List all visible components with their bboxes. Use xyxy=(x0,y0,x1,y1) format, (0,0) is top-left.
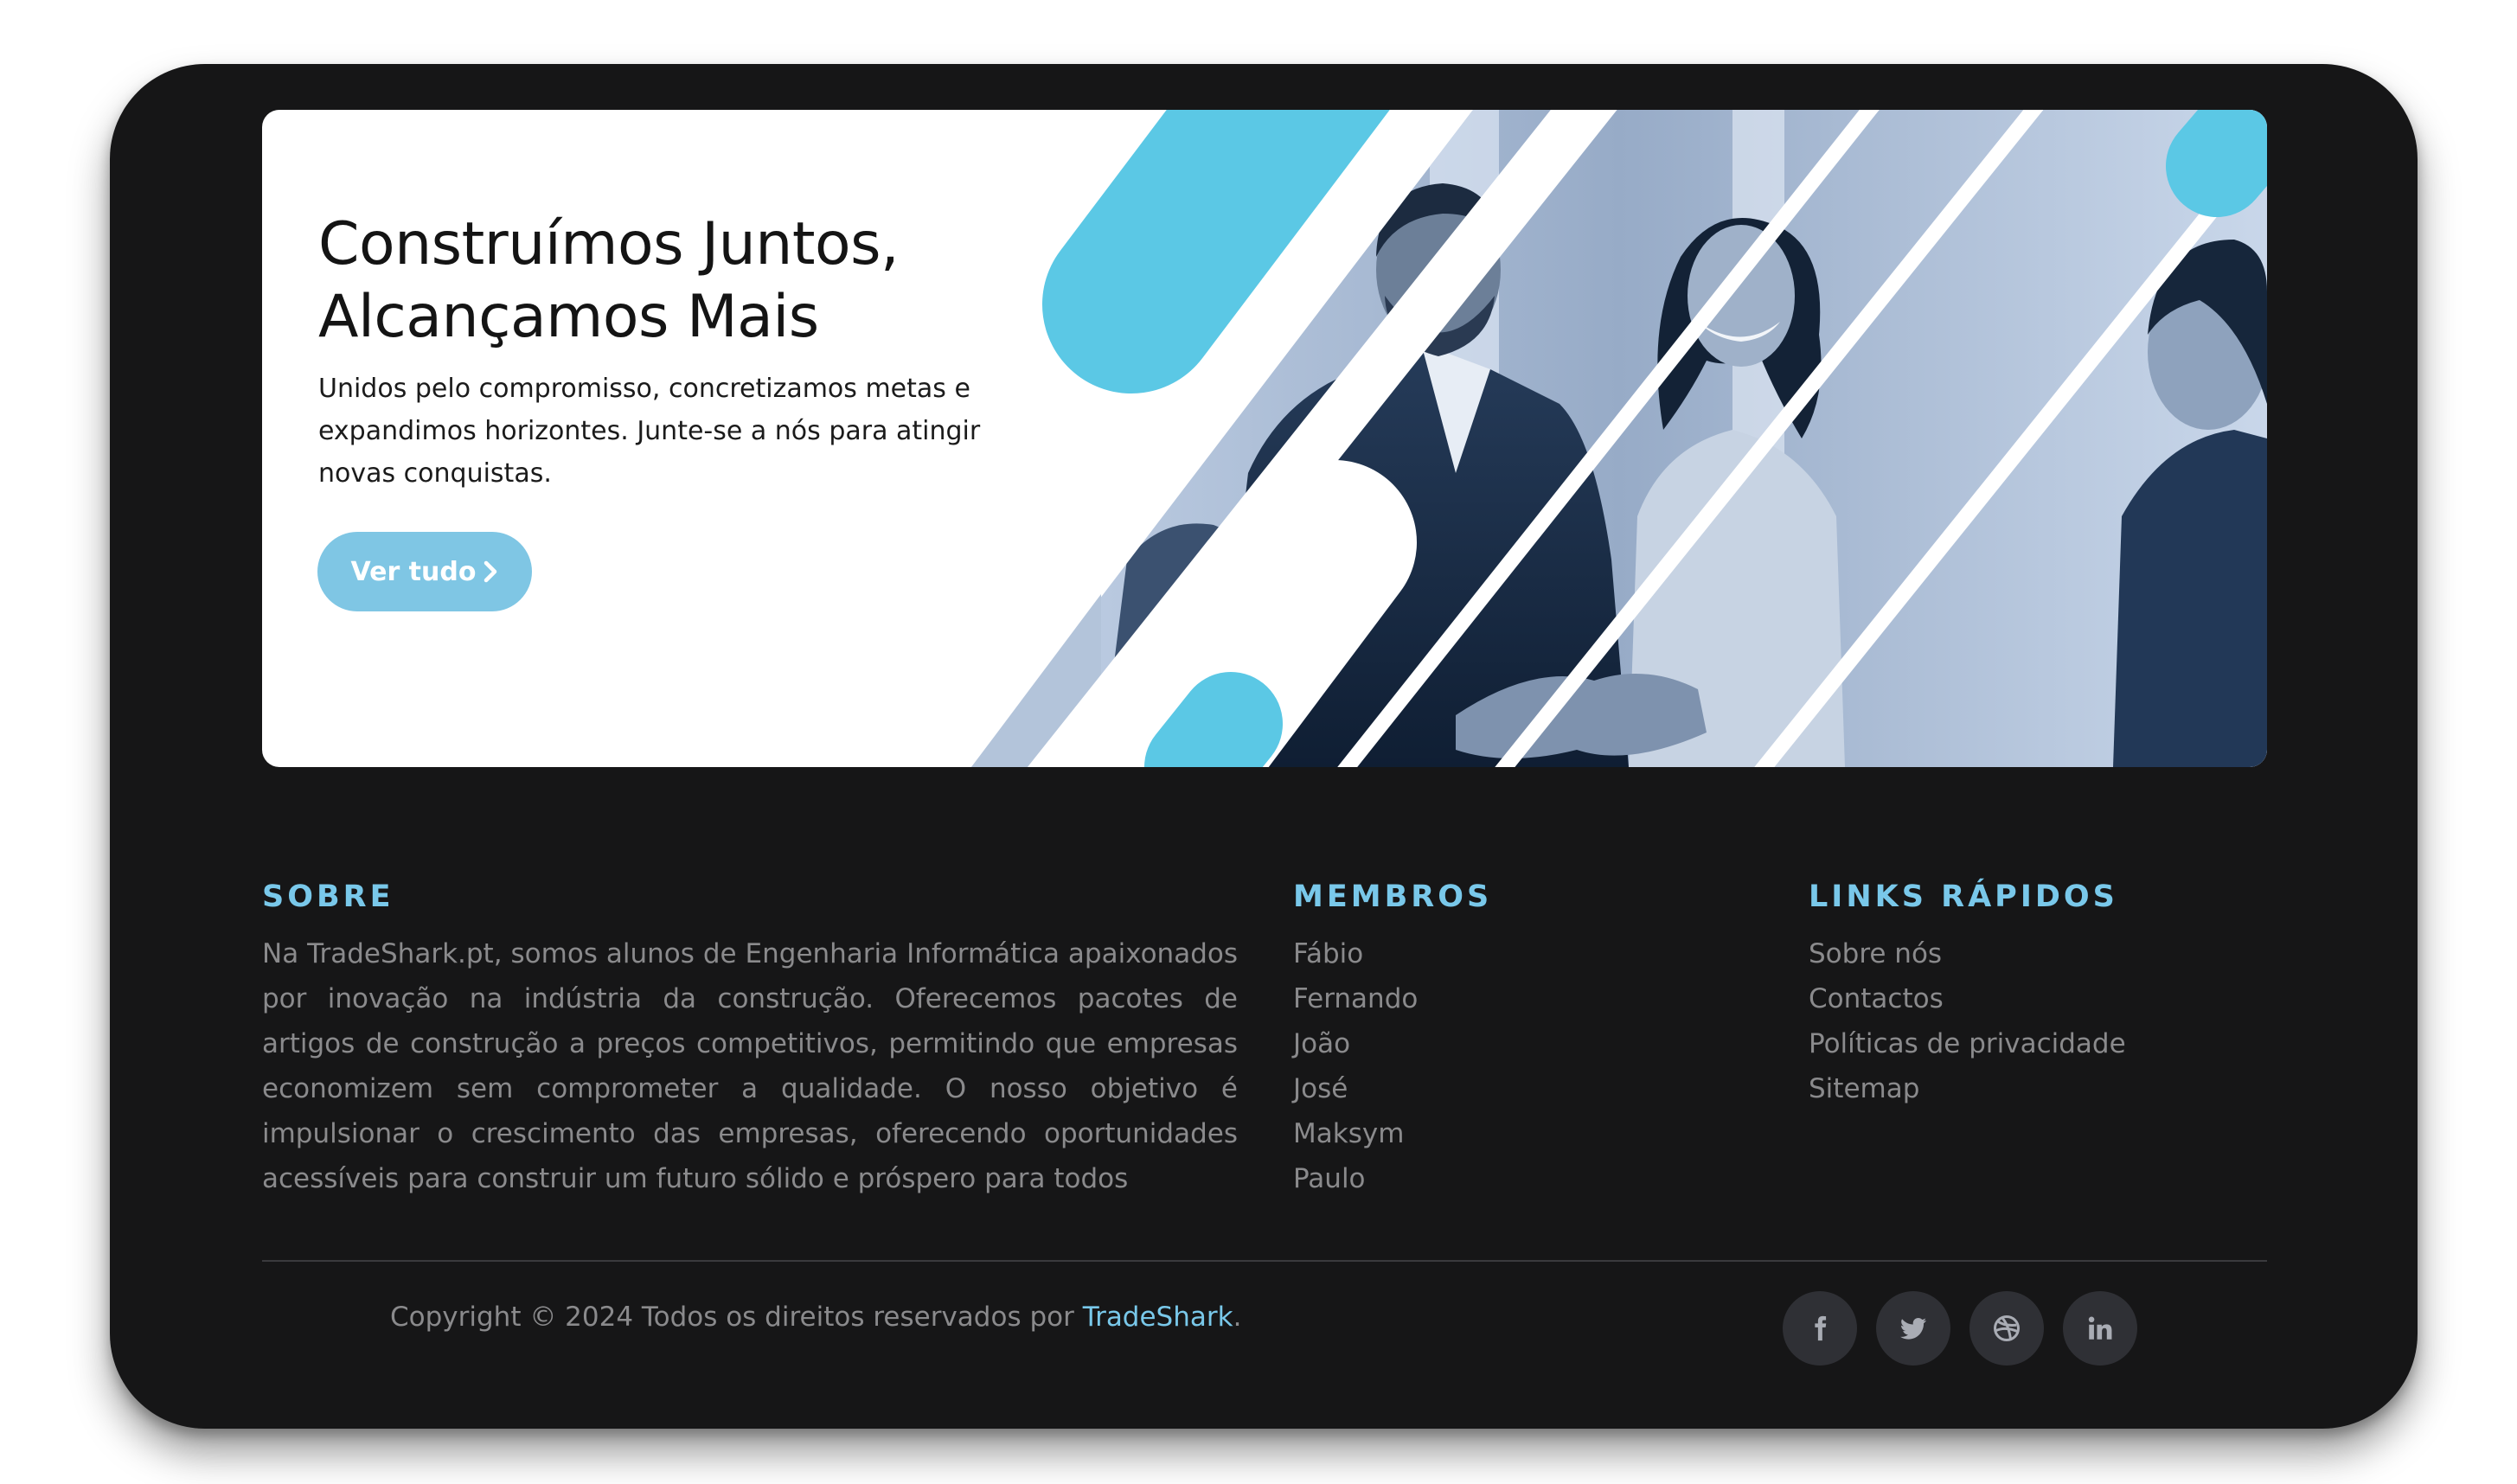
twitter-button[interactable] xyxy=(1876,1291,1950,1366)
footer-divider xyxy=(262,1260,2267,1262)
about-heading: SOBRE xyxy=(262,880,394,914)
view-all-button[interactable]: Ver tudo xyxy=(317,532,532,611)
member-joao: João xyxy=(1293,1028,1351,1059)
quick-link-sitemap[interactable]: Sitemap xyxy=(1809,1066,2126,1111)
page-frame: Construímos Juntos, Alcançamos Mais Unido… xyxy=(110,64,2418,1429)
about-text: Na TradeShark.pt, somos alunos de Engenh… xyxy=(262,938,1238,1194)
members-list: Fábio Fernando João José Maksym Paulo xyxy=(1293,931,1418,1201)
quick-links-list: Sobre nós Contactos Políticas de privaci… xyxy=(1809,931,2126,1111)
facebook-button[interactable] xyxy=(1783,1291,1857,1366)
linkedin-icon xyxy=(2088,1316,2112,1340)
dribbble-icon xyxy=(1994,1315,2020,1341)
view-all-label: Ver tudo xyxy=(350,556,477,587)
chevron-right-icon xyxy=(484,560,497,583)
member-fabio: Fábio xyxy=(1293,938,1364,969)
hero-title: Construímos Juntos, Alcançamos Mais xyxy=(318,208,1010,354)
members-heading: MEMBROS xyxy=(1293,880,1493,914)
dribbble-button[interactable] xyxy=(1969,1291,2044,1366)
member-fernando: Fernando xyxy=(1293,983,1419,1014)
twitter-icon xyxy=(1900,1318,1926,1340)
hero-description: Unidos pelo compromisso, concretizamos m… xyxy=(318,374,981,489)
copyright-prefix: Copyright © 2024 Todos os direitos reser… xyxy=(390,1302,1083,1333)
quick-link-about-us[interactable]: Sobre nós xyxy=(1809,931,2126,976)
linkedin-button[interactable] xyxy=(2063,1291,2137,1366)
quick-link-contacts[interactable]: Contactos xyxy=(1809,976,2126,1021)
copyright-suffix: . xyxy=(1233,1302,1242,1333)
quick-links-heading: LINKS RÁPIDOS xyxy=(1809,880,2118,914)
copyright-text: Copyright © 2024 Todos os direitos reser… xyxy=(390,1295,1255,1340)
member-paulo: Paulo xyxy=(1293,1163,1366,1194)
social-links xyxy=(1783,1291,2137,1366)
member-jose: José xyxy=(1293,1073,1348,1104)
hero-team-illustration xyxy=(971,110,2267,767)
hero-title-line-2: Alcançamos Mais xyxy=(318,283,819,351)
member-maksym: Maksym xyxy=(1293,1118,1405,1149)
tradeshark-link[interactable]: TradeShark xyxy=(1083,1302,1233,1333)
facebook-icon xyxy=(1815,1315,1827,1341)
hero-title-line-1: Construímos Juntos, xyxy=(318,210,900,278)
hero-banner: Construímos Juntos, Alcançamos Mais Unido… xyxy=(262,110,2267,767)
quick-link-privacy-policy[interactable]: Políticas de privacidade xyxy=(1809,1021,2126,1066)
